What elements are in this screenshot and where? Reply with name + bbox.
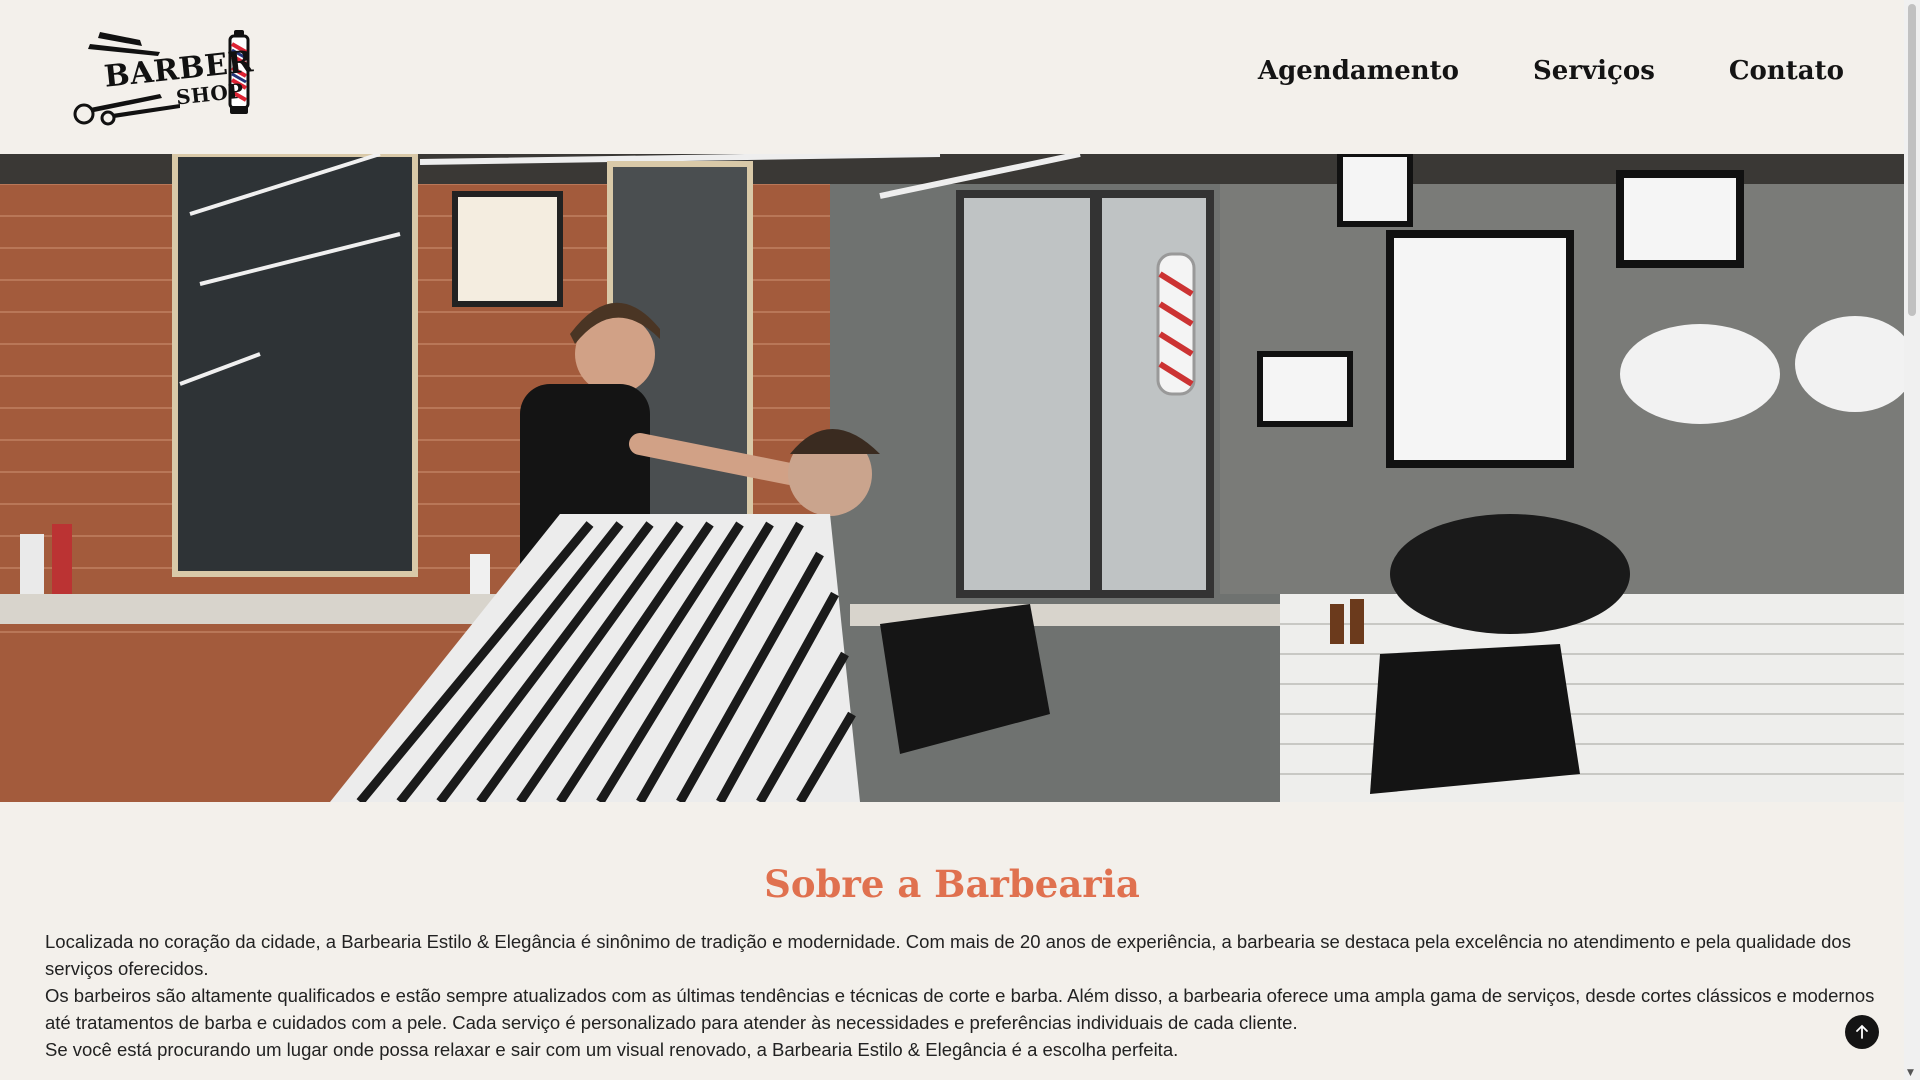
scroll-to-top-button[interactable] — [1845, 1015, 1879, 1049]
scroll-down-arrow-icon[interactable]: ▼ — [1907, 1068, 1914, 1078]
barber-shop-logo[interactable]: BARBER SHOP — [70, 22, 260, 126]
scrollbar-thumb[interactable] — [1908, 4, 1916, 316]
about-paragraph-3: Se você está procurando um lugar onde po… — [45, 1039, 1179, 1060]
site-header: BARBER SHOP Agendamento Serviços Contato — [0, 0, 1904, 154]
nav-link-servicos[interactable]: Serviços — [1533, 56, 1655, 86]
arrow-up-icon — [1856, 1024, 1868, 1039]
barbershop-photo-icon — [0, 154, 1904, 802]
about-title: Sobre a Barbearia — [764, 862, 1140, 906]
hero-image — [0, 154, 1904, 802]
nav-link-contato[interactable]: Contato — [1729, 56, 1844, 86]
about-text: Localizada no coração da cidade, a Barbe… — [45, 928, 1875, 1063]
page-scrollbar[interactable]: ▼ — [1904, 0, 1920, 1080]
about-paragraph-2: Os barbeiros são altamente qualificados … — [45, 985, 1875, 1033]
about-paragraph-1: Localizada no coração da cidade, a Barbe… — [45, 931, 1851, 979]
nav-link-agendamento[interactable]: Agendamento — [1258, 56, 1459, 86]
main-nav: Agendamento Serviços Contato — [1258, 56, 1844, 86]
